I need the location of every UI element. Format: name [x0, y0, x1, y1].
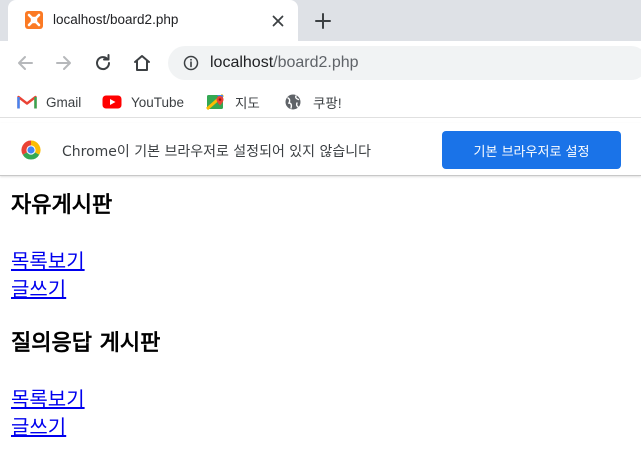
bookmark-label: 지도 — [235, 96, 260, 111]
gmail-icon — [17, 95, 37, 109]
forward-arrow-icon[interactable] — [53, 52, 75, 74]
bookmark-youtube[interactable]: YouTube — [102, 92, 184, 112]
url-text: localhost/board2.php — [210, 54, 359, 72]
default-browser-infobar: Chrome이 기본 브라우저로 설정되어 있지 않습니다 기본 브라우저로 설… — [0, 123, 641, 176]
tab-title: localhost/board2.php — [53, 12, 179, 27]
bookmark-gmail[interactable]: Gmail — [17, 92, 81, 112]
new-tab-icon[interactable] — [313, 11, 333, 31]
xampp-favicon-icon — [25, 11, 43, 29]
globe-icon — [285, 94, 301, 110]
url-path: /board2.php — [273, 54, 359, 71]
back-arrow-icon[interactable] — [14, 52, 36, 74]
bookmarks-bar: Gmail YouTube 지도 쿠팡! — [0, 86, 641, 118]
home-icon[interactable] — [131, 52, 153, 74]
maps-icon — [206, 94, 224, 110]
chrome-logo-icon — [21, 140, 41, 160]
bookmark-label: YouTube — [131, 94, 185, 110]
bookmark-label: 쿠팡! — [313, 96, 342, 111]
free-board-list-link[interactable]: 목록보기 — [11, 248, 85, 274]
browser-toolbar: localhost/board2.php — [0, 41, 641, 86]
bookmark-maps[interactable]: 지도 — [206, 92, 260, 112]
free-board-write-link[interactable]: 글쓰기 — [11, 276, 66, 302]
infobar-message: Chrome이 기본 브라우저로 설정되어 있지 않습니다 — [62, 144, 372, 160]
bookmark-label: Gmail — [46, 94, 82, 110]
bookmark-coupang[interactable]: 쿠팡! — [284, 92, 342, 112]
free-board-heading: 자유게시판 — [11, 193, 113, 218]
set-default-browser-button[interactable]: 기본 브라우저로 설정 — [442, 131, 621, 169]
browser-tab[interactable]: localhost/board2.php — [8, 0, 298, 41]
close-tab-icon[interactable] — [270, 13, 286, 29]
page-content: 자유게시판 목록보기 글쓰기 질의응답 게시판 목록보기 글쓰기 — [0, 177, 641, 470]
youtube-icon — [102, 95, 122, 109]
site-info-icon[interactable] — [183, 55, 199, 71]
qna-board-write-link[interactable]: 글쓰기 — [11, 414, 66, 440]
reload-icon[interactable] — [92, 52, 114, 74]
url-host: localhost — [210, 54, 274, 71]
tab-strip: localhost/board2.php — [0, 0, 641, 41]
qna-board-list-link[interactable]: 목록보기 — [11, 386, 85, 412]
address-bar[interactable]: localhost/board2.php — [168, 46, 641, 80]
qna-board-heading: 질의응답 게시판 — [11, 331, 161, 356]
